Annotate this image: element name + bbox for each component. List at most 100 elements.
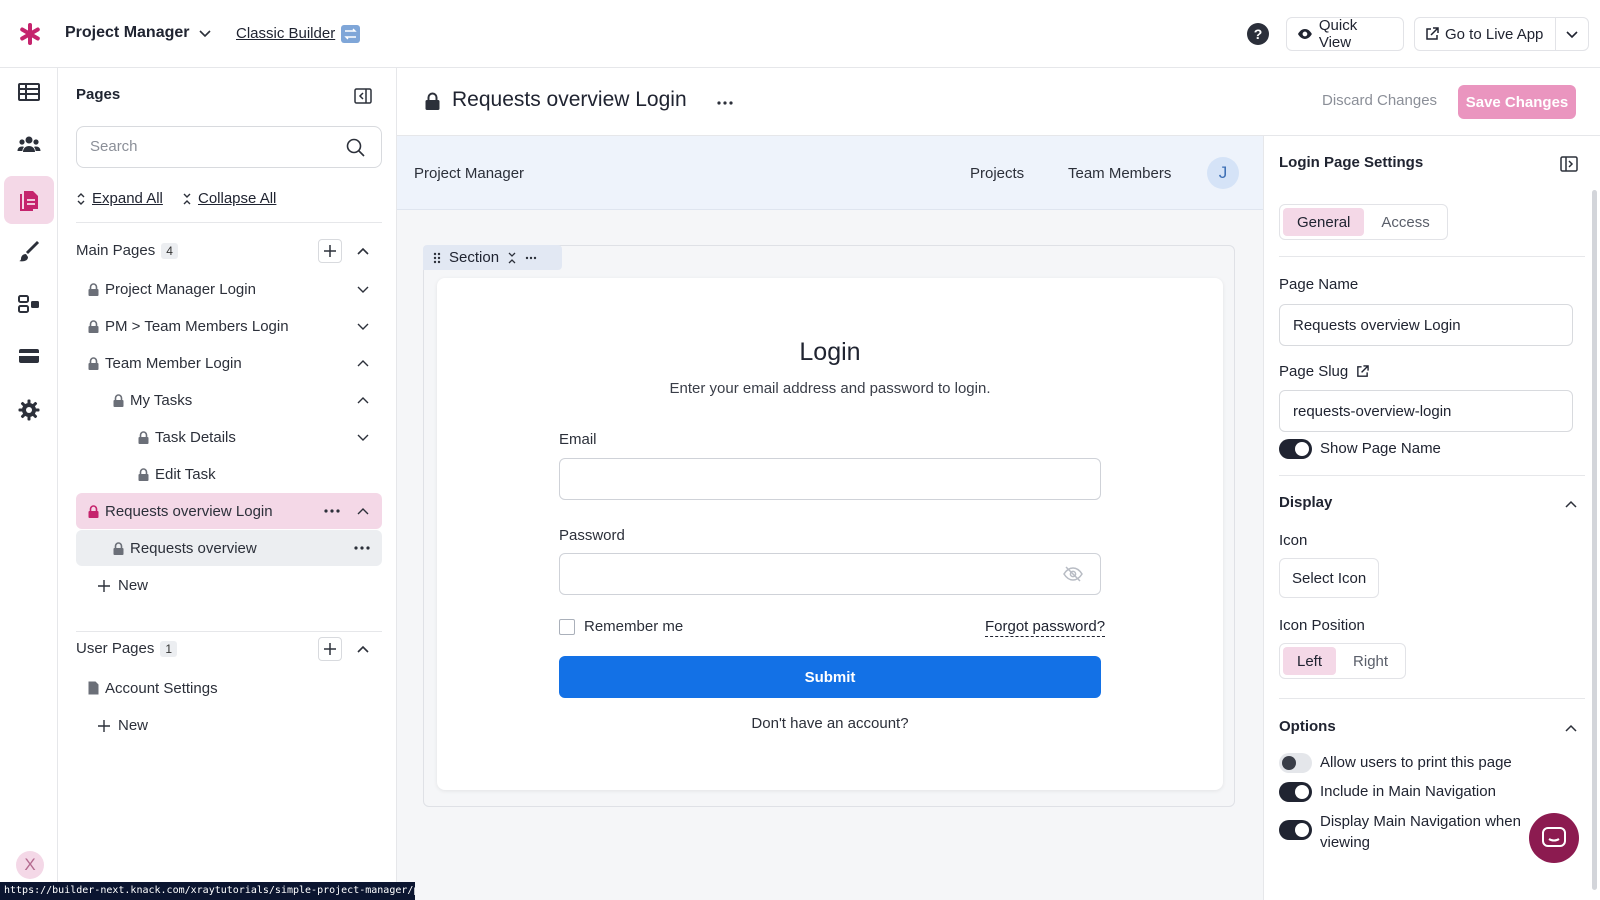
gear-icon[interactable] — [17, 398, 41, 422]
email-input[interactable] — [560, 459, 1100, 499]
no-account-link[interactable]: Don't have an account? — [437, 715, 1223, 732]
section-tag[interactable]: Section — [423, 245, 562, 270]
options-chevron-up-icon[interactable] — [1564, 721, 1578, 735]
drag-handle-icon[interactable] — [433, 252, 441, 264]
left-rail — [0, 68, 58, 900]
main-pages-label: Main Pages — [76, 242, 156, 259]
user-pages-count: 1 — [160, 640, 178, 657]
forgot-password-link[interactable]: Forgot password? — [985, 618, 1106, 637]
discard-changes-button[interactable]: Discard Changes — [1322, 92, 1437, 109]
chevron-up-icon[interactable] — [356, 504, 370, 518]
settings-scrollbar[interactable] — [1592, 190, 1597, 890]
submit-button[interactable]: Submit — [559, 656, 1101, 698]
tree-item-requests-overview[interactable]: Requests overview — [76, 530, 382, 566]
external-link-icon[interactable] — [1356, 365, 1370, 378]
tree-item-edit-task[interactable]: Edit Task — [76, 456, 382, 492]
flows-icon[interactable] — [17, 292, 41, 316]
preview-nav-bar: Project Manager Projects Team Members J — [397, 136, 1263, 210]
show-page-name-toggle[interactable] — [1279, 439, 1312, 459]
app-menu-chevron-icon[interactable] — [198, 26, 212, 40]
display-chevron-up-icon[interactable] — [1564, 497, 1578, 511]
save-changes-button[interactable]: Save Changes — [1458, 85, 1576, 119]
tree-item-label: Requests overview — [130, 539, 257, 557]
tree-item-label: PM > Team Members Login — [105, 317, 289, 335]
allow-print-label: Allow users to print this page — [1320, 754, 1512, 771]
tab-access[interactable]: Access — [1367, 208, 1443, 236]
icon-position-right[interactable]: Right — [1339, 647, 1402, 675]
knack-logo-icon[interactable] — [18, 22, 42, 46]
avatar[interactable]: J — [1207, 157, 1239, 189]
include-main-nav-toggle[interactable] — [1279, 782, 1312, 802]
more-options-icon[interactable] — [324, 509, 340, 513]
preview-nav-projects[interactable]: Projects — [970, 165, 1024, 182]
main-pages-chevron-up-icon[interactable] — [356, 244, 370, 258]
tree-item-requests-overview-login[interactable]: Requests overview Login — [76, 493, 382, 529]
page-slug-input[interactable] — [1280, 391, 1572, 431]
new-main-page-button[interactable]: New — [98, 577, 148, 594]
icon-label: Icon — [1279, 532, 1308, 549]
divider — [1279, 475, 1585, 476]
live-app-dropdown-button[interactable] — [1555, 17, 1589, 51]
tree-item-project-manager-login[interactable]: Project Manager Login — [76, 271, 382, 307]
tree-item-account-settings[interactable]: Account Settings — [76, 670, 382, 706]
page-options-icon[interactable] — [717, 101, 733, 105]
page-name-input[interactable] — [1280, 305, 1572, 345]
chevron-down-icon[interactable] — [356, 282, 370, 296]
chat-support-button[interactable] — [1529, 813, 1579, 863]
collapse-panel-icon[interactable] — [354, 88, 372, 104]
tree-item-task-details[interactable]: Task Details — [76, 419, 382, 455]
section-options-icon[interactable] — [525, 256, 537, 260]
close-icon[interactable]: X — [16, 851, 44, 879]
pages-search-field[interactable] — [76, 126, 382, 168]
quick-view-button[interactable]: Quick View — [1286, 17, 1404, 51]
collapse-settings-icon[interactable] — [1560, 156, 1578, 172]
go-to-live-app-button[interactable]: Go to Live App — [1414, 17, 1556, 51]
pages-search-input[interactable] — [90, 138, 330, 155]
pages-panel: Pages Expand All Collapse All Main Pages… — [58, 68, 397, 900]
chevron-down-icon[interactable] — [356, 319, 370, 333]
tree-item-pm-team-members-login[interactable]: PM > Team Members Login — [76, 308, 382, 344]
add-main-page-button[interactable] — [318, 239, 342, 263]
table-icon[interactable] — [17, 80, 41, 104]
add-user-page-button[interactable] — [318, 637, 342, 661]
chevron-up-icon[interactable] — [356, 393, 370, 407]
new-user-page-button[interactable]: New — [98, 717, 148, 734]
help-icon[interactable]: ? — [1247, 23, 1269, 45]
expand-all-button[interactable]: Expand All — [76, 190, 163, 207]
page-slug-label-row: Page Slug — [1279, 363, 1370, 380]
email-field[interactable] — [559, 458, 1101, 500]
page-name-field[interactable] — [1279, 304, 1573, 346]
collapse-section-icon[interactable] — [507, 251, 517, 265]
remember-me-label: Remember me — [584, 618, 684, 635]
pages-icon[interactable] — [17, 188, 41, 212]
login-title: Login — [799, 338, 861, 366]
password-field[interactable] — [559, 553, 1101, 595]
tree-item-label: My Tasks — [130, 391, 193, 409]
page-slug-field[interactable] — [1279, 390, 1573, 432]
users-icon[interactable] — [17, 132, 41, 156]
select-icon-button[interactable]: Select Icon — [1279, 558, 1380, 598]
brush-icon[interactable] — [17, 240, 41, 264]
tab-general[interactable]: General — [1283, 208, 1365, 236]
chevron-up-icon[interactable] — [356, 356, 370, 370]
page-editor-header: Requests overview Login Discard Changes … — [397, 68, 1600, 136]
display-section-header[interactable]: Display — [1279, 494, 1332, 511]
more-options-icon[interactable] — [354, 546, 370, 550]
card-icon[interactable] — [17, 344, 41, 368]
icon-position-left[interactable]: Left — [1283, 647, 1337, 675]
classic-builder-link[interactable]: Classic Builder — [236, 25, 335, 42]
tree-item-team-member-login[interactable]: Team Member Login — [76, 345, 382, 381]
tree-item-my-tasks[interactable]: My Tasks — [76, 382, 382, 418]
preview-nav-team-members[interactable]: Team Members — [1068, 165, 1171, 182]
display-main-nav-toggle[interactable] — [1279, 820, 1312, 840]
app-name[interactable]: Project Manager — [65, 24, 189, 42]
password-input[interactable] — [560, 554, 1100, 594]
user-pages-chevron-up-icon[interactable] — [356, 642, 370, 656]
allow-print-toggle[interactable] — [1279, 753, 1312, 773]
lock-icon — [113, 393, 124, 407]
options-section-header[interactable]: Options — [1279, 718, 1336, 735]
chevron-down-icon[interactable] — [356, 430, 370, 444]
remember-me-checkbox[interactable] — [559, 619, 575, 635]
collapse-all-button[interactable]: Collapse All — [182, 190, 276, 207]
hide-password-icon[interactable] — [1063, 566, 1083, 582]
